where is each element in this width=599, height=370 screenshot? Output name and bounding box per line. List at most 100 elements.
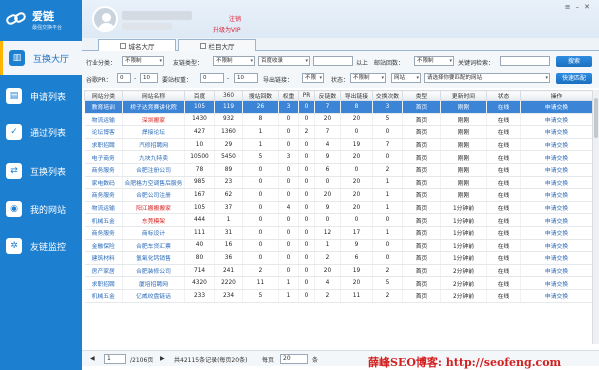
column-header[interactable]: PR: [298, 90, 315, 101]
site-name-link[interactable]: 氢氧化钙销售: [122, 251, 185, 265]
site-name-link[interactable]: 桥子达竞赛讲化院: [122, 100, 185, 114]
site-name-link[interactable]: 厦培招聘网: [122, 276, 185, 290]
apply-exchange-link[interactable]: 申请交换: [520, 264, 593, 278]
column-header[interactable]: 网站分类: [84, 90, 123, 101]
column-header[interactable]: 状态: [486, 90, 521, 101]
table-row[interactable]: 家电数码 合肥格力空调售后服务 985 23 0 0 0 0 20 1 首页 刚刚 在线 申请交换: [84, 176, 593, 190]
weight-from-input[interactable]: 0: [200, 73, 224, 83]
table-row[interactable]: 机械五金 东莞模架 444 1 0 0 0 0 0 0 首页 1分钟前 在线 申请交换: [84, 213, 593, 227]
sidebar-item-link-monitor[interactable]: ✲ 友链监控: [0, 229, 82, 263]
column-header[interactable]: 360: [214, 90, 243, 101]
site-select[interactable]: 网站: [391, 73, 421, 83]
column-header[interactable]: 类型: [402, 90, 441, 101]
apply-exchange-link[interactable]: 申请交换: [520, 138, 593, 152]
table-row[interactable]: 商务服务 合肥公司注册 167 62 0 0 0 20 20 1 首页 刚刚 在线 申请交换: [84, 188, 593, 202]
apply-exchange-link[interactable]: 申请交换: [520, 113, 593, 127]
apply-exchange-link[interactable]: 申请交换: [520, 289, 593, 303]
close-icon[interactable]: ✕: [584, 3, 595, 11]
table-row[interactable]: 商务服务 商标设计 111 31 0 0 0 12 17 1 首页 1分钟前 在线 申请交换: [84, 226, 593, 240]
table-row[interactable]: 建筑材料 氢氧化钙销售 80 36 0 0 0 2 6 0 首页 1分钟前 在线 申请交换: [84, 251, 593, 265]
apply-exchange-link[interactable]: 申请交换: [520, 163, 593, 177]
sidebar-item-apply-list[interactable]: ▤ 申请列表: [0, 79, 82, 113]
search-button[interactable]: 搜索: [556, 56, 592, 67]
pr-to-input[interactable]: 10: [140, 73, 158, 83]
site-name-link[interactable]: 亿威绞盘链话: [122, 289, 185, 303]
avatar[interactable]: [92, 6, 118, 32]
apply-exchange-link[interactable]: 申请交换: [520, 276, 593, 290]
menu-icon[interactable]: ≡: [565, 3, 576, 11]
site-name-link[interactable]: 合肥装修公司: [122, 264, 185, 278]
table-row[interactable]: 金融保险 合肥车贷汇票 40 16 0 0 0 1 9 0 首页 1分钟前 在线 申请交换: [84, 239, 593, 253]
column-header[interactable]: 网站名称: [122, 90, 185, 101]
index-engine-select[interactable]: 百度收录: [258, 56, 310, 66]
tab-column-hall[interactable]: 栏目大厅: [178, 39, 256, 51]
site-name-link[interactable]: 九块九特卖: [122, 150, 185, 164]
apply-exchange-link[interactable]: 申请交换: [520, 226, 593, 240]
apply-exchange-link[interactable]: 申请交换: [520, 239, 593, 253]
table-row[interactable]: 商务服务 合肥注册公司 78 89 0 0 0 6 0 2 首页 刚刚 在线 申请交换: [84, 163, 593, 177]
table-row[interactable]: 电子商务 九块九特卖 10500 5450 5 3 0 9 20 0 首页 刚刚 在线 申请交换: [84, 150, 593, 164]
apply-exchange-link[interactable]: 申请交换: [520, 176, 593, 190]
site-name-link[interactable]: 合肥公司注册: [122, 188, 185, 202]
tab-domain-hall[interactable]: 城名大厅: [98, 39, 176, 51]
next-page-icon[interactable]: ▶: [160, 355, 165, 362]
table-row[interactable]: 求职招聘 厦培招聘网 4320 2220 11 1 0 4 20 5 首页 2分钟前 在线 申请交换: [84, 276, 593, 290]
outlink-select[interactable]: 不限: [302, 73, 324, 83]
status-select[interactable]: 不限制: [350, 73, 386, 83]
sidebar-item-my-sites[interactable]: ◉ 我的网站: [0, 192, 82, 226]
table-row[interactable]: 物流运输 阳江搬搬搬家 105 37 0 4 0 9 20 1 首页 1分钟前 在线 申请交换: [84, 201, 593, 215]
apply-exchange-link[interactable]: 申请交换: [520, 213, 593, 227]
apply-exchange-link[interactable]: 申请交换: [520, 125, 593, 139]
quick-match-button[interactable]: 快速匹配: [556, 73, 592, 84]
apply-exchange-link[interactable]: 申请交换: [520, 150, 593, 164]
keyword-input[interactable]: [500, 56, 550, 66]
table-row[interactable]: 求职招聘 汽修招聘网 10 29 1 0 0 4 19 7 首页 刚刚 在线 申请交换: [84, 138, 593, 152]
column-header[interactable]: 交换次数: [372, 90, 403, 101]
site-name-link[interactable]: 汽修招聘网: [122, 138, 185, 152]
site-name-link[interactable]: 阳江搬搬搬家: [122, 201, 185, 215]
sidebar-item-approved-list[interactable]: ✓ 通过列表: [0, 115, 82, 149]
column-header[interactable]: 权重: [278, 90, 299, 101]
column-header[interactable]: 百度: [184, 90, 215, 101]
industry-select[interactable]: 不限制: [122, 56, 164, 66]
site-name-link[interactable]: 合肥注册公司: [122, 163, 185, 177]
scrollbar-thumb[interactable]: [594, 98, 598, 138]
site-name-link[interactable]: 东莞模架: [122, 213, 185, 227]
column-header[interactable]: 反链数: [314, 90, 341, 101]
match-site-select[interactable]: 请选择你要匹配的网站: [424, 73, 550, 83]
table-cell: 20: [314, 113, 341, 127]
sidebar-item-hall[interactable]: ▥ 互换大厅: [0, 41, 82, 75]
weight-to-input[interactable]: 10: [234, 73, 258, 83]
sidebar-item-exchange-list[interactable]: ⇄ 互换列表: [0, 154, 82, 188]
upgrade-vip-link[interactable]: 升级为VIP: [213, 25, 241, 34]
page-input[interactable]: 1: [104, 354, 126, 364]
table-row[interactable]: 房产家居 合肥装修公司 714 241 2 0 0 20 19 2 首页 2分钟前 在线 申请交换: [84, 264, 593, 278]
table-row[interactable]: 论坛博客 焊接论坛 427 1360 1 0 2 7 0 0 首页 刚刚 在线 申请交换: [84, 125, 593, 139]
site-name-link[interactable]: 深圳搬家: [122, 113, 185, 127]
table-row[interactable]: 机械五金 亿威绞盘链话 233 234 5 1 0 2 11 2 首页 2分钟前 在线 申请交换: [84, 289, 593, 303]
column-header[interactable]: 更新时间: [440, 90, 487, 101]
site-name-link[interactable]: 焊接论坛: [122, 125, 185, 139]
site-name-link[interactable]: 合肥格力空调售后服务: [122, 176, 185, 190]
pr-from-input[interactable]: 0: [117, 73, 131, 83]
type-select[interactable]: 不限制: [213, 56, 255, 66]
column-header[interactable]: 操作: [520, 90, 593, 101]
table-row[interactable]: 物流运输 深圳搬家 1430 932 8 0 0 20 20 5 首页 刚刚 在线 申请交换: [84, 113, 593, 127]
column-header[interactable]: 搜站回数: [242, 90, 279, 101]
site-name-link[interactable]: 商标设计: [122, 226, 185, 240]
linkcount-select[interactable]: 不限制: [414, 56, 454, 66]
apply-exchange-link[interactable]: 申请交换: [520, 251, 593, 265]
apply-exchange-link[interactable]: 申请交换: [520, 188, 593, 202]
minimize-icon[interactable]: –: [576, 3, 585, 11]
table-row[interactable]: 教育培训 桥子达竞赛讲化院 105 119 26 3 0 7 8 3 首页 刚刚 在线 申请交换: [84, 100, 593, 114]
per-page-select[interactable]: 20: [280, 354, 308, 364]
site-name-link[interactable]: 合肥车贷汇票: [122, 239, 185, 253]
apply-exchange-link[interactable]: 申请交换: [520, 100, 593, 114]
logout-link[interactable]: 注销: [229, 14, 241, 23]
window-controls[interactable]: ≡–✕: [565, 3, 595, 11]
vertical-scrollbar[interactable]: [592, 90, 599, 344]
prev-page-icon[interactable]: ◀: [90, 355, 95, 362]
column-header[interactable]: 导出链接: [340, 90, 373, 101]
index-count-input[interactable]: [313, 56, 353, 66]
apply-exchange-link[interactable]: 申请交换: [520, 201, 593, 215]
